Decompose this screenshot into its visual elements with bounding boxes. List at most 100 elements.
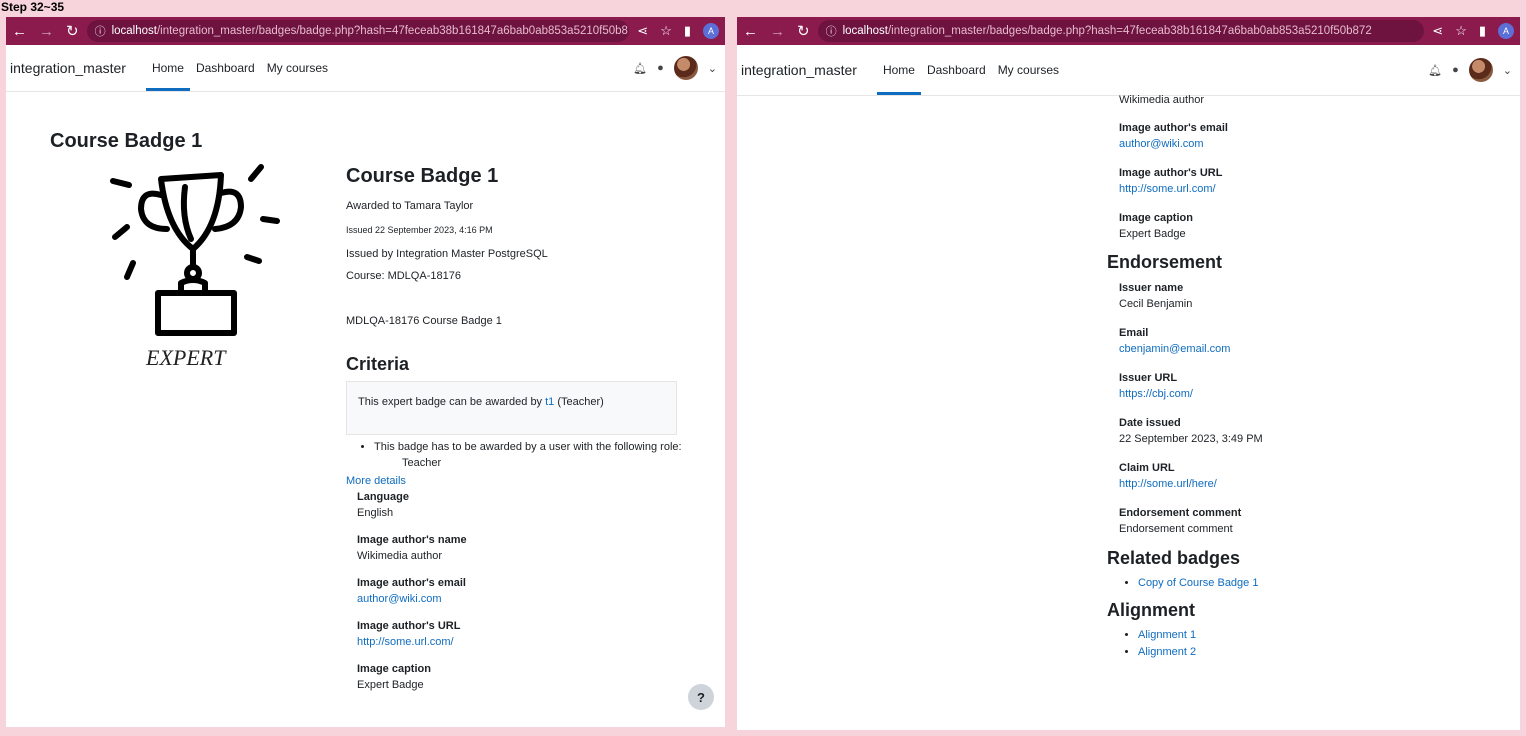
claim-url-link[interactable]: http://some.url/here/	[1119, 478, 1507, 490]
site-navbar: integration_master Home Dashboard My cou…	[737, 45, 1520, 96]
course-name: Course: MDLQA-18176	[346, 270, 461, 282]
endorsement-value: Endorsement comment	[1119, 523, 1233, 535]
endorsement-item: Endorsement comment Endorsement comment	[1119, 507, 1507, 535]
user-menu-avatar[interactable]	[673, 56, 698, 80]
detail-item: Image author's name Wikimedia author	[357, 534, 706, 562]
badge-details-continued: Wikimedia author Image author's email au…	[1107, 94, 1507, 663]
browser-window-left: ← → ↻ ⓘ localhost/integration_master/bad…	[6, 17, 725, 727]
endorsement-heading: Endorsement	[1107, 252, 1223, 272]
url-path: /integration_master/badges/badge.php?has…	[887, 25, 1372, 37]
nav-dashboard[interactable]: Dashboard	[921, 45, 992, 95]
criteria-text-post: (Teacher)	[554, 396, 604, 408]
author-email-link[interactable]: author@wiki.com	[357, 593, 706, 605]
site-brand[interactable]: integration_master	[741, 62, 857, 78]
alignment-link[interactable]: Alignment 1	[1138, 629, 1196, 641]
related-badge-link[interactable]: Copy of Course Badge 1	[1138, 577, 1258, 589]
criteria-box: This expert badge can be awarded by t1 (…	[346, 381, 677, 435]
detail-label: Image caption	[1119, 212, 1193, 224]
details-list: Language English Image author's name Wik…	[346, 491, 706, 691]
reload-icon[interactable]: ↻	[797, 24, 810, 39]
notification-bell-icon[interactable]: 🔔︎	[1428, 64, 1442, 77]
bookmark-star-icon[interactable]: ☆	[660, 23, 672, 39]
chevron-down-icon[interactable]: ⌄	[1503, 64, 1512, 77]
forward-icon[interactable]: →	[770, 24, 785, 39]
endorsement-item: Claim URL http://some.url/here/	[1119, 462, 1507, 490]
back-icon[interactable]: ←	[12, 24, 27, 39]
nav-my-courses[interactable]: My courses	[992, 45, 1065, 95]
site-info-icon[interactable]: ⓘ	[826, 23, 837, 39]
badge-name: Course Badge 1	[346, 165, 499, 187]
nav-home[interactable]: Home	[145, 45, 190, 91]
endorsement-list: Issuer name Cecil Benjamin Email cbenjam…	[1107, 282, 1507, 535]
detail-label: Image caption	[357, 663, 431, 675]
url-host: localhost	[111, 25, 157, 37]
detail-item: Image author's email author@wiki.com	[1119, 122, 1507, 150]
list-item: Alignment 2	[1138, 646, 1507, 658]
badge-description: MDLQA-18176 Course Badge 1	[346, 315, 502, 327]
detail-item: Image author's URL http://some.url.com/	[357, 620, 706, 648]
reload-icon[interactable]: ↻	[66, 24, 79, 39]
messages-icon[interactable]: ●	[1452, 64, 1459, 76]
detail-item: Image caption Expert Badge	[1119, 212, 1507, 240]
nav-home[interactable]: Home	[876, 45, 921, 95]
address-bar[interactable]: ⓘ localhost/integration_master/badges/ba…	[86, 20, 630, 42]
browser-toolbar: ← → ↻ ⓘ localhost/integration_master/bad…	[737, 17, 1520, 45]
author-url-link[interactable]: http://some.url.com/	[357, 636, 706, 648]
detail-value-top: Wikimedia author	[1119, 94, 1204, 106]
detail-label: Image author's URL	[357, 620, 461, 632]
side-panel-icon[interactable]: ▮	[1479, 23, 1486, 39]
back-icon[interactable]: ←	[743, 24, 758, 39]
share-icon[interactable]: ⋖	[1432, 23, 1443, 39]
browser-toolbar: ← → ↻ ⓘ localhost/integration_master/bad…	[6, 17, 725, 45]
site-info-icon[interactable]: ⓘ	[95, 23, 106, 39]
detail-item: Image caption Expert Badge	[357, 663, 706, 691]
more-details-link[interactable]: More details	[346, 475, 706, 487]
list-item: Alignment 1	[1138, 629, 1507, 641]
nav-my-courses[interactable]: My courses	[261, 45, 334, 91]
endorsement-label: Endorsement comment	[1119, 507, 1242, 519]
endorsement-label: Issuer name	[1119, 282, 1184, 294]
share-icon[interactable]: ⋖	[637, 23, 648, 39]
messages-icon[interactable]: ●	[657, 62, 664, 74]
help-button[interactable]: ?	[688, 684, 714, 710]
notification-bell-icon[interactable]: 🔔︎	[633, 62, 647, 75]
detail-item: Language English	[357, 491, 706, 519]
profile-avatar[interactable]: A	[1498, 23, 1514, 39]
endorsement-value: 22 September 2023, 3:49 PM	[1119, 433, 1263, 445]
nav-dashboard[interactable]: Dashboard	[190, 45, 261, 91]
step-label: Step 32~35	[1, 0, 65, 14]
endorsement-label: Claim URL	[1119, 462, 1175, 474]
endorsement-value: Cecil Benjamin	[1119, 298, 1193, 310]
user-menu-avatar[interactable]	[1468, 58, 1493, 82]
site-navbar: integration_master Home Dashboard My cou…	[6, 45, 725, 92]
url-host: localhost	[842, 25, 888, 37]
address-bar[interactable]: ⓘ localhost/integration_master/badges/ba…	[817, 20, 1425, 42]
issuer-url-link[interactable]: https://cbj.com/	[1119, 388, 1507, 400]
alignment-link[interactable]: Alignment 2	[1138, 646, 1196, 658]
alignment-heading: Alignment	[1107, 600, 1195, 620]
side-panel-icon[interactable]: ▮	[684, 23, 691, 39]
detail-label: Language	[357, 491, 409, 503]
browser-window-right: ← → ↻ ⓘ localhost/integration_master/bad…	[737, 17, 1520, 730]
site-brand[interactable]: integration_master	[10, 60, 126, 76]
author-email-link[interactable]: author@wiki.com	[1119, 138, 1507, 150]
issued-by: Issued by Integration Master PostgreSQL	[346, 248, 548, 260]
detail-value: Wikimedia author	[357, 550, 442, 562]
detail-label: Image author's email	[1119, 122, 1228, 134]
detail-label: Image author's name	[357, 534, 467, 546]
criteria-teacher-link[interactable]: t1	[545, 396, 554, 408]
endorsement-label: Email	[1119, 327, 1149, 339]
url-path: /integration_master/badges/badge.php?has…	[156, 25, 630, 37]
related-badges-heading: Related badges	[1107, 548, 1241, 568]
endorser-email-link[interactable]: cbenjamin@email.com	[1119, 343, 1507, 355]
profile-avatar[interactable]: A	[703, 23, 719, 39]
list-item: This badge has to be awarded by a user w…	[374, 441, 706, 469]
chevron-down-icon[interactable]: ⌄	[708, 62, 717, 75]
criteria-rule: This badge has to be awarded by a user w…	[374, 441, 682, 453]
author-url-link[interactable]: http://some.url.com/	[1119, 183, 1507, 195]
detail-item: Image author's URL http://some.url.com/	[1119, 167, 1507, 195]
bookmark-star-icon[interactable]: ☆	[1455, 23, 1467, 39]
badge-image-caption: EXPERT	[145, 345, 227, 370]
forward-icon[interactable]: →	[39, 24, 54, 39]
criteria-list: This badge has to be awarded by a user w…	[346, 441, 706, 469]
